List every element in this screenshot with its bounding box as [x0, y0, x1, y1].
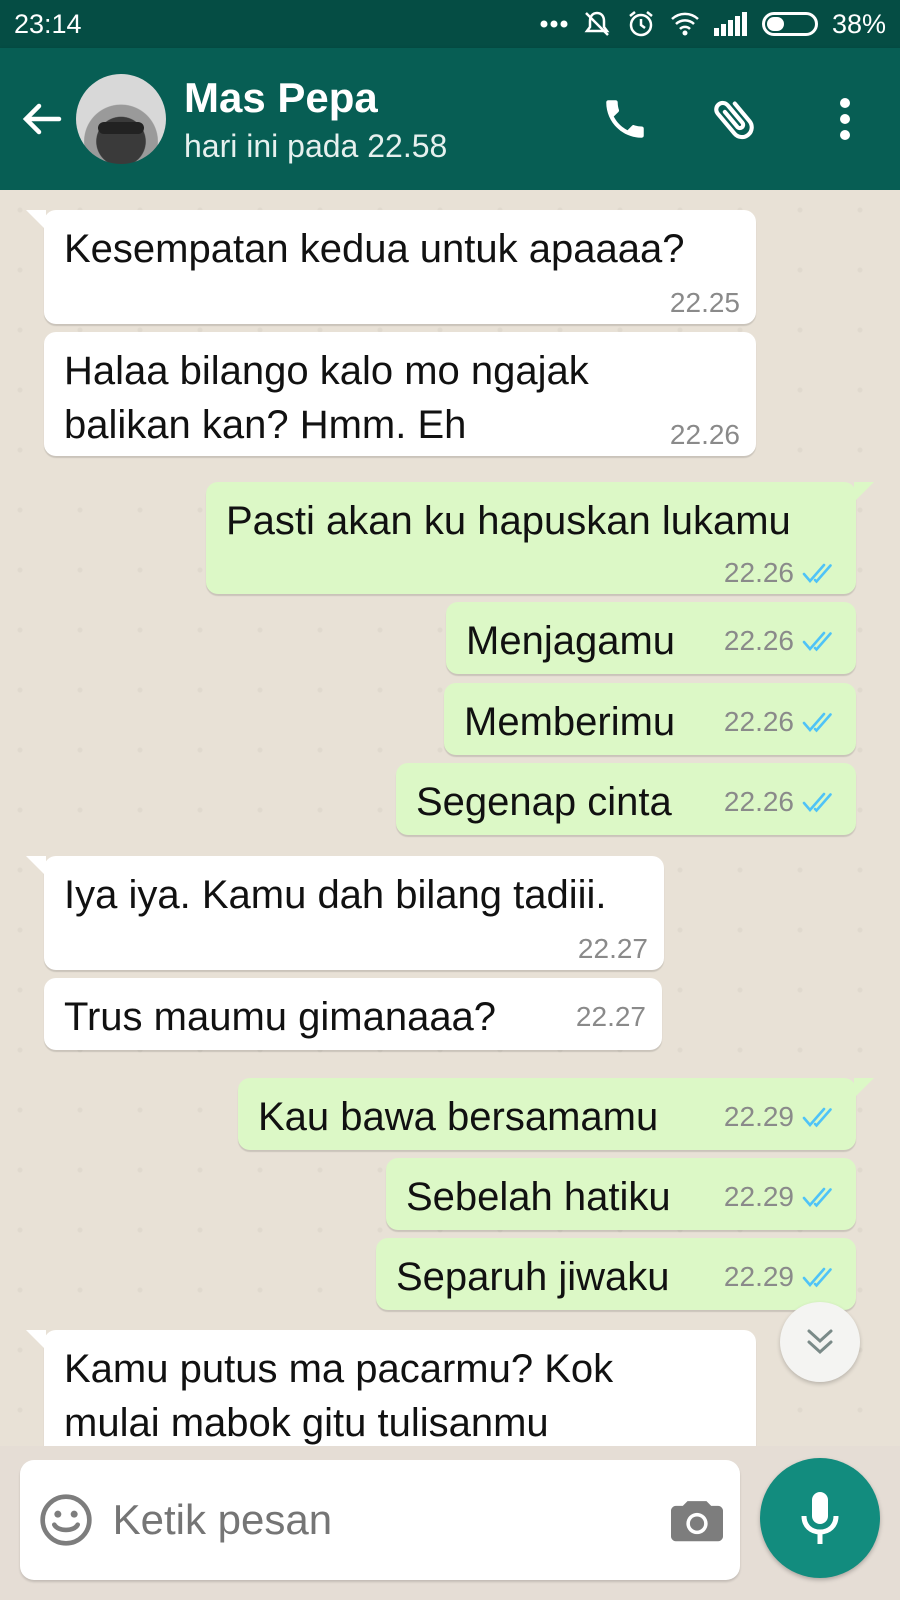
- message-bubble-outgoing[interactable]: Segenap cinta 22.26: [396, 763, 856, 835]
- contact-name: Mas Pepa: [184, 73, 378, 121]
- signal-icon: [713, 12, 748, 36]
- more-vert-icon: [840, 98, 850, 140]
- double-chevron-down-icon: [807, 1329, 833, 1355]
- message-text: Halaa bilango kalo mo ngajak balikan kan…: [64, 349, 589, 447]
- message-text: Separuh jiwaku: [396, 1255, 670, 1299]
- message-bubble-outgoing[interactable]: Kau bawa bersamamu 22.29: [238, 1078, 874, 1150]
- message-time: 22.26: [669, 419, 740, 450]
- alarm-icon: [626, 9, 656, 39]
- mic-icon: [801, 1492, 839, 1544]
- message-text: Trus maumu gimanaaa?: [64, 995, 497, 1039]
- message-bubble-incoming[interactable]: Kamu putus ma pacarmu? Kok mulai mabok g…: [26, 1330, 756, 1446]
- paperclip-icon: [714, 100, 754, 140]
- message-text: Kesempatan kedua untuk apaaaa?: [64, 227, 685, 271]
- message-time: 22.26: [723, 706, 794, 737]
- read-ticks-icon: [802, 710, 840, 734]
- avatar[interactable]: [76, 74, 166, 164]
- mute-icon: [582, 9, 612, 39]
- message-input[interactable]: [112, 1496, 654, 1544]
- read-ticks-icon: [802, 629, 840, 653]
- message-composer: [20, 1460, 740, 1580]
- battery-percent: 38%: [831, 8, 886, 39]
- message-text: Pasti akan ku hapuskan lukamu: [226, 499, 791, 543]
- back-button[interactable]: [6, 48, 76, 190]
- emoji-button[interactable]: [20, 1492, 113, 1548]
- message-text: Kamu putus ma pacarmu? Kok mulai mabok g…: [64, 1347, 614, 1445]
- contact-info[interactable]: Mas Pepa hari ini pada 22.58: [184, 74, 570, 165]
- message-bubble-outgoing[interactable]: Menjagamu 22.26: [446, 602, 856, 674]
- read-ticks-icon: [802, 1185, 840, 1209]
- message-time: 22.25: [669, 287, 740, 318]
- read-ticks-icon: [802, 1265, 840, 1289]
- message-time: 22.26: [723, 786, 794, 817]
- message-text: Iya iya. Kamu dah bilang tadiii.: [64, 873, 607, 917]
- message-bubble-outgoing[interactable]: Sebelah hatiku 22.29: [386, 1158, 856, 1230]
- message-bubble-outgoing[interactable]: Separuh jiwaku 22.29: [376, 1238, 856, 1310]
- camera-button[interactable]: [654, 1494, 740, 1546]
- camera-icon: [670, 1501, 723, 1542]
- message-meta: 22.29: [724, 1262, 840, 1292]
- message-meta: 22.26: [670, 420, 740, 450]
- message-meta: 22.27: [578, 934, 648, 964]
- message-time: 22.29: [723, 1181, 794, 1212]
- status-bar: 23:14 38%: [0, 0, 900, 48]
- battery-icon: [761, 12, 818, 36]
- message-time: 22.27: [577, 933, 648, 964]
- voice-record-button[interactable]: [760, 1458, 880, 1578]
- message-text: Menjagamu: [466, 619, 676, 663]
- message-meta: 22.27: [576, 1002, 646, 1032]
- last-seen: hari ini pada 22.58: [184, 127, 448, 164]
- more-notifications-icon: [540, 19, 568, 29]
- message-bubble-incoming[interactable]: Halaa bilango kalo mo ngajak balikan kan…: [44, 332, 756, 456]
- wifi-icon: [670, 11, 700, 37]
- message-bubble-incoming[interactable]: Kesempatan kedua untuk apaaaa? 22.25: [26, 210, 756, 324]
- message-time: 22.29: [723, 1261, 794, 1292]
- message-meta: 22.26: [724, 707, 840, 737]
- chat-header: Mas Pepa hari ini pada 22.58: [0, 48, 900, 190]
- message-text: Kau bawa bersamamu: [258, 1095, 659, 1139]
- read-ticks-icon: [802, 561, 840, 585]
- message-time: 22.27: [575, 1001, 646, 1032]
- message-meta: 22.26: [724, 787, 840, 817]
- message-text: Memberimu: [464, 700, 676, 744]
- message-text: Sebelah hatiku: [406, 1175, 671, 1219]
- message-bubble-outgoing[interactable]: Pasti akan ku hapuskan lukamu 22.26: [206, 482, 874, 594]
- status-icons: 38%: [540, 9, 886, 40]
- overflow-menu-button[interactable]: [790, 48, 900, 190]
- message-time: 22.26: [723, 557, 794, 588]
- chat-area[interactable]: Kesempatan kedua untuk apaaaa? 22.25 Hal…: [0, 190, 900, 1446]
- message-meta: 22.26: [724, 626, 840, 656]
- message-bubble-incoming[interactable]: Iya iya. Kamu dah bilang tadiii. 22.27: [26, 856, 664, 970]
- scroll-to-bottom-button[interactable]: [780, 1302, 860, 1382]
- message-meta: 22.26: [724, 558, 840, 588]
- status-time: 23:14: [14, 8, 82, 39]
- message-text: Segenap cinta: [416, 780, 672, 824]
- phone-icon: [606, 100, 644, 138]
- attach-button[interactable]: [680, 48, 790, 190]
- message-time: 22.29: [723, 1101, 794, 1132]
- emoji-icon: [40, 1494, 92, 1546]
- read-ticks-icon: [802, 790, 840, 814]
- message-time: 22.26: [723, 625, 794, 656]
- message-meta: 22.25: [670, 288, 740, 318]
- message-bubble-outgoing[interactable]: Memberimu 22.26: [444, 683, 856, 755]
- back-arrow-icon: [22, 103, 62, 135]
- call-button[interactable]: [570, 48, 680, 190]
- read-ticks-icon: [802, 1105, 840, 1129]
- message-bubble-incoming[interactable]: Trus maumu gimanaaa? 22.27: [44, 978, 662, 1050]
- message-meta: 22.29: [724, 1102, 840, 1132]
- message-meta: 22.29: [724, 1182, 840, 1212]
